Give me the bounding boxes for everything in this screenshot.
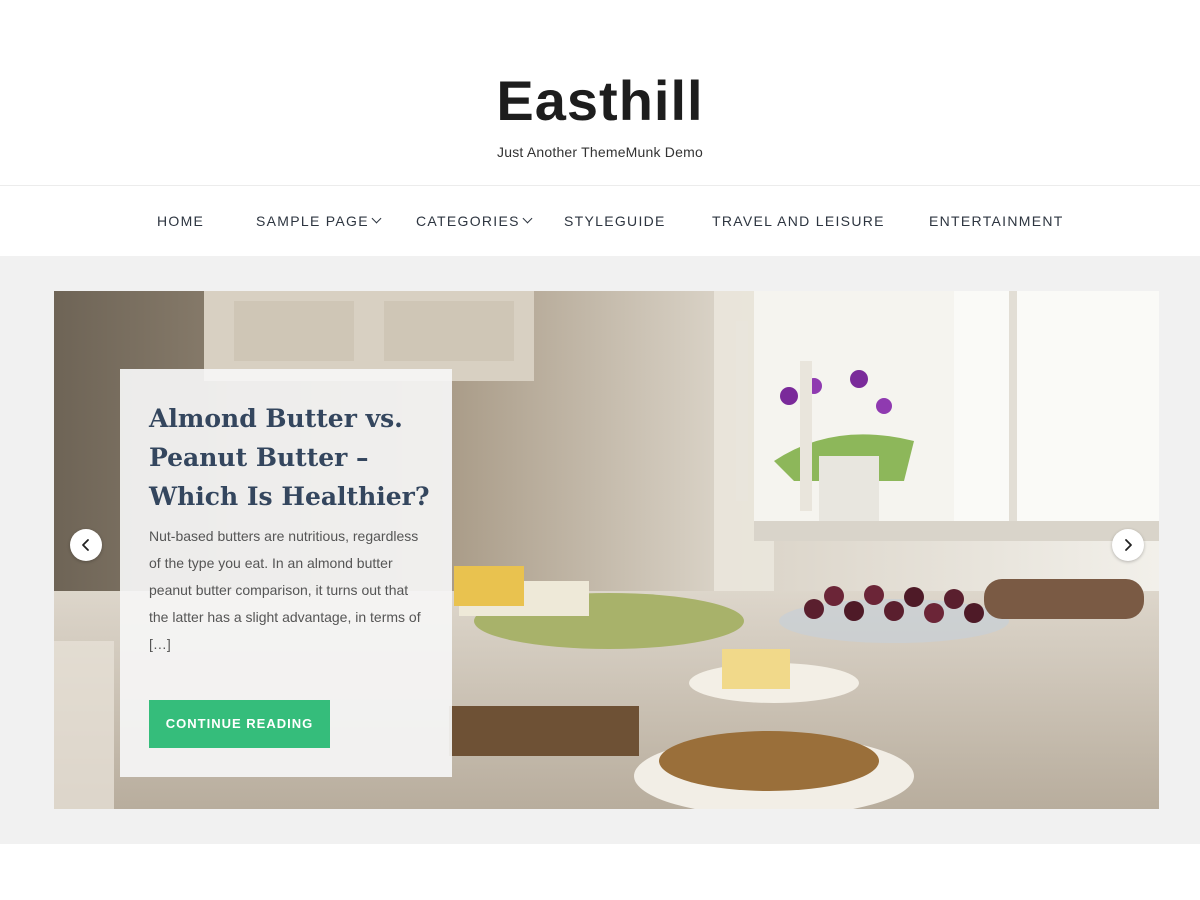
nav-item-entertainment[interactable]: ENTERTAINMENT: [929, 213, 1064, 229]
chevron-left-icon: [82, 539, 89, 551]
slider-prev-button[interactable]: [70, 529, 102, 561]
chevron-right-icon: [1125, 539, 1132, 551]
nav-item-styleguide[interactable]: STYLEGUIDE: [564, 213, 666, 229]
main-navigation: HOME SAMPLE PAGE CATEGORIES STYLEGUIDE T…: [0, 186, 1200, 256]
nav-item-travel-and-leisure[interactable]: TRAVEL AND LEISURE: [712, 213, 885, 229]
slide-excerpt: Nut-based butters are nutritious, regard…: [149, 528, 421, 652]
site-title[interactable]: Easthill: [496, 70, 703, 132]
continue-reading-button[interactable]: CONTINUE READING: [149, 700, 330, 748]
slider-next-button[interactable]: [1112, 529, 1144, 561]
nav-item-categories[interactable]: CATEGORIES: [416, 213, 533, 229]
site-header: Easthill Just Another ThemeMunk Demo: [0, 0, 1200, 186]
nav-item-sample-page[interactable]: SAMPLE PAGE: [256, 213, 382, 229]
nav-item-home[interactable]: HOME: [157, 213, 204, 229]
nav-item-label: SAMPLE PAGE: [256, 213, 369, 229]
nav-item-label: ENTERTAINMENT: [929, 213, 1064, 229]
site-tagline: Just Another ThemeMunk Demo: [497, 144, 703, 160]
slide-caption-card: Almond Butter vs. Peanut Butter – Which …: [120, 369, 452, 777]
slide-title[interactable]: Almond Butter vs. Peanut Butter – Which …: [149, 399, 434, 516]
nav-item-label: HOME: [157, 213, 205, 229]
featured-slider: Almond Butter vs. Peanut Butter – Which …: [54, 291, 1159, 809]
chevron-down-icon: [371, 213, 382, 224]
nav-item-label: TRAVEL AND LEISURE: [712, 213, 885, 229]
nav-item-label: STYLEGUIDE: [564, 213, 666, 229]
chevron-down-icon: [522, 213, 533, 224]
nav-item-label: CATEGORIES: [416, 213, 520, 229]
